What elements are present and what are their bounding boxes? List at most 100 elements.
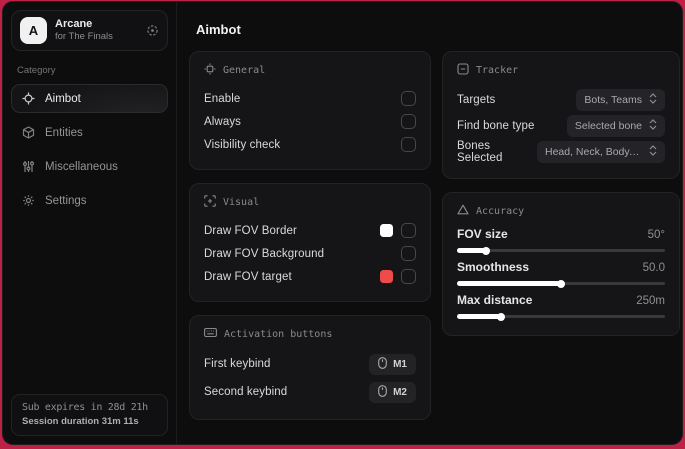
- card-general: General Enable Always Visibility check: [189, 51, 431, 170]
- subscription-status: Sub expires in 28d 21h Session duration …: [11, 394, 168, 436]
- sidebar-item-miscellaneous[interactable]: Miscellaneous: [11, 152, 168, 181]
- setting-row-fov-border: Draw FOV Border: [204, 219, 416, 242]
- main-content: Aimbot General Enable Always Visibility …: [177, 2, 682, 444]
- targets-dropdown[interactable]: Bots, Teams: [576, 89, 665, 111]
- mouse-icon: [378, 384, 387, 400]
- chevron-updown-icon: [649, 145, 657, 159]
- tracker-icon: [457, 63, 469, 78]
- sidebar-item-entities[interactable]: Entities: [11, 118, 168, 147]
- crosshair-icon: [22, 92, 35, 105]
- second-keybind-button[interactable]: M2: [369, 381, 416, 403]
- fov-background-checkbox[interactable]: [401, 246, 416, 261]
- setting-label: Draw FOV Background: [204, 247, 325, 260]
- slider-label: Max distance: [457, 293, 533, 307]
- visibility-check-checkbox[interactable]: [401, 137, 416, 152]
- bones-selected-dropdown[interactable]: Head, Neck, Body, Pe..: [537, 141, 665, 163]
- triangle-icon: [457, 204, 469, 218]
- setting-row-targets: Targets Bots, Teams: [457, 87, 665, 113]
- keybind-value: M2: [393, 386, 407, 398]
- slider-label: FOV size: [457, 227, 508, 241]
- setting-label: Find bone type: [457, 120, 535, 132]
- setting-label: Draw FOV target: [204, 270, 292, 283]
- fov-target-color-swatch[interactable]: [380, 270, 393, 283]
- slider-fill: [457, 248, 487, 253]
- sidebar-item-label: Settings: [45, 194, 87, 207]
- sync-icon[interactable]: [146, 24, 159, 37]
- mouse-icon: [378, 356, 387, 372]
- setting-label: Enable: [204, 92, 241, 105]
- page-title: Aimbot: [196, 22, 241, 37]
- keybind-value: M1: [393, 358, 407, 370]
- setting-row-fov-background: Draw FOV Background: [204, 242, 416, 265]
- setting-row-fov-target: Draw FOV target: [204, 265, 416, 288]
- setting-row-always: Always: [204, 110, 416, 133]
- max-distance-value: 250m: [636, 295, 665, 307]
- brand-card: A Arcane for The Finals: [11, 10, 168, 51]
- slider-fill: [457, 281, 561, 286]
- setting-row-first-keybind: First keybind M1: [204, 350, 416, 378]
- fov-size-value: 50°: [647, 229, 665, 241]
- sidebar-item-label: Aimbot: [45, 92, 81, 105]
- sidebar-nav: Aimbot Entities Miscellaneous Settings: [11, 84, 168, 215]
- sidebar-item-aimbot[interactable]: Aimbot: [11, 84, 168, 113]
- slider-row-fov-size: FOV size 50°: [457, 227, 665, 253]
- smoothness-slider[interactable]: [457, 281, 665, 286]
- sidebar-item-label: Entities: [45, 126, 83, 139]
- fov-size-slider[interactable]: [457, 248, 665, 253]
- chevron-updown-icon: [649, 119, 657, 133]
- sidebar: A Arcane for The Finals Category Aimbot: [3, 2, 177, 444]
- visual-icon: [204, 195, 216, 210]
- setting-row-visibility-check: Visibility check: [204, 133, 416, 156]
- setting-row-find-bone-type: Find bone type Selected bone: [457, 113, 665, 139]
- crosshair-small-icon: [204, 63, 216, 78]
- setting-row-bones-selected: Bones Selected Head, Neck, Body, Pe..: [457, 139, 665, 165]
- fov-target-checkbox[interactable]: [401, 269, 416, 284]
- brand-subtitle: for The Finals: [55, 31, 113, 43]
- enable-checkbox[interactable]: [401, 91, 416, 106]
- card-title: General: [223, 65, 266, 76]
- sidebar-item-label: Miscellaneous: [45, 160, 118, 173]
- slider-fill: [457, 314, 501, 319]
- sliders-icon: [22, 160, 35, 173]
- find-bone-type-dropdown[interactable]: Selected bone: [566, 115, 665, 137]
- chevron-updown-icon: [649, 93, 657, 107]
- dropdown-value: Bots, Teams: [584, 94, 642, 106]
- brand-name: Arcane: [55, 17, 93, 30]
- card-visual: Visual Draw FOV Border Draw FOV Backgrou…: [189, 183, 431, 302]
- card-tracker: Tracker Targets Bots, Teams Find bone ty…: [442, 51, 680, 179]
- setting-label: Visibility check: [204, 138, 281, 151]
- slider-label: Smoothness: [457, 260, 530, 274]
- session-duration-text: Session duration 31m 11s: [22, 416, 139, 427]
- setting-label: Second keybind: [204, 386, 288, 398]
- keyboard-icon: [204, 327, 217, 341]
- card-title: Activation buttons: [224, 328, 333, 340]
- slider-row-smoothness: Smoothness 50.0: [457, 260, 665, 286]
- slider-row-max-distance: Max distance 250m: [457, 293, 665, 319]
- smoothness-value: 50.0: [642, 262, 665, 274]
- setting-label: Targets: [457, 94, 496, 106]
- setting-label: Always: [204, 115, 242, 128]
- sub-expiry-text: Sub expires in 28d 21h: [22, 402, 148, 413]
- dropdown-value: Head, Neck, Body, Pe..: [545, 146, 642, 158]
- setting-label: Bones Selected: [457, 140, 503, 164]
- brand-logo: A: [20, 17, 47, 44]
- app-window: A Arcane for The Finals Category Aimbot: [2, 1, 683, 445]
- gear-icon: [22, 194, 35, 207]
- always-checkbox[interactable]: [401, 114, 416, 129]
- box-icon: [22, 126, 35, 139]
- sidebar-item-settings[interactable]: Settings: [11, 186, 168, 215]
- max-distance-slider[interactable]: [457, 314, 665, 319]
- card-title: Visual: [223, 197, 260, 208]
- card-title: Accuracy: [476, 205, 525, 217]
- dropdown-value: Selected bone: [574, 120, 642, 132]
- fov-border-color-swatch[interactable]: [380, 224, 393, 237]
- card-accuracy: Accuracy FOV size 50° Smoothness 50.0 Ma…: [442, 192, 680, 336]
- card-activation-buttons: Activation buttons First keybind M1 Seco…: [189, 315, 431, 420]
- card-title: Tracker: [476, 65, 519, 76]
- category-label: Category: [17, 65, 56, 76]
- setting-row-enable: Enable: [204, 87, 416, 110]
- fov-border-checkbox[interactable]: [401, 223, 416, 238]
- setting-label: First keybind: [204, 358, 271, 370]
- setting-label: Draw FOV Border: [204, 224, 297, 237]
- first-keybind-button[interactable]: M1: [369, 353, 416, 375]
